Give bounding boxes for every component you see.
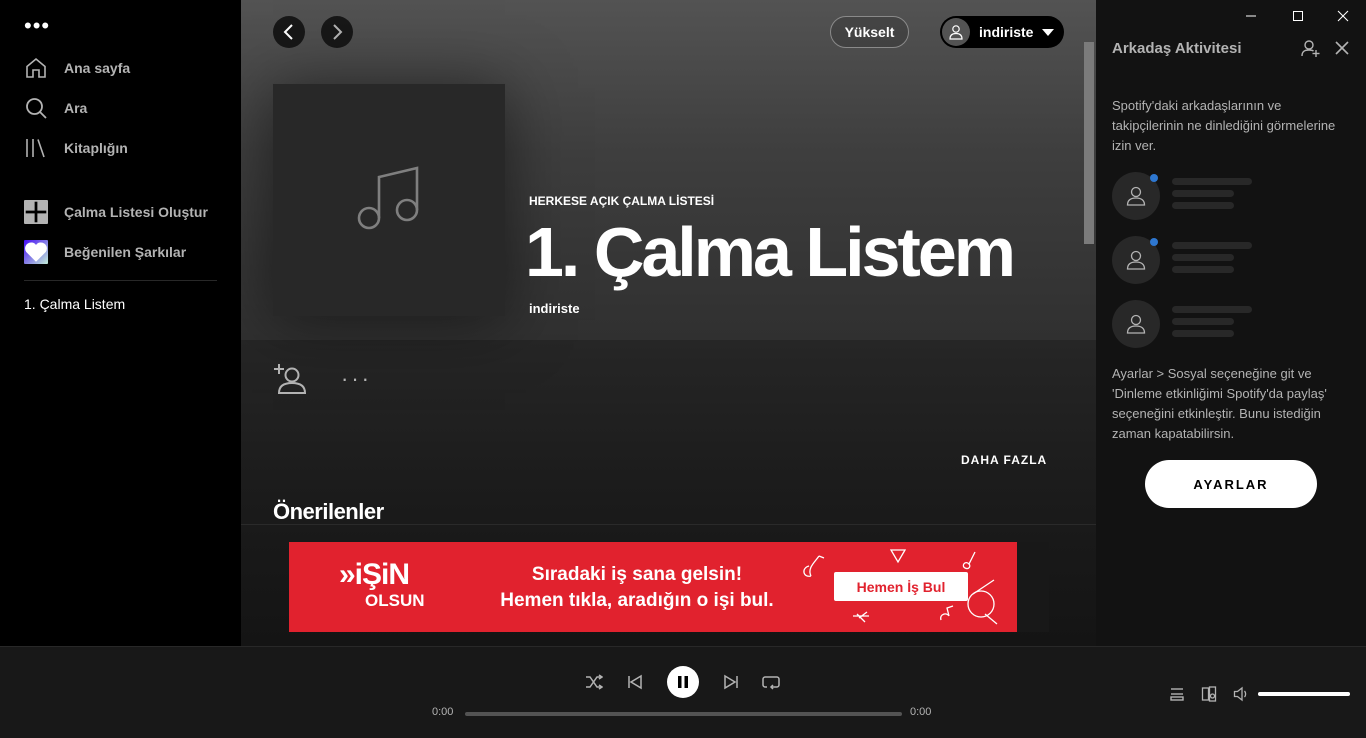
shuffle-icon[interactable] <box>584 672 604 692</box>
user-icon <box>942 18 970 46</box>
playlist-type-label: HERKESE AÇIK ÇALMA LİSTESİ <box>529 194 715 208</box>
user-icon <box>1112 300 1160 348</box>
library-icon <box>26 139 45 158</box>
liked-songs-button[interactable]: Beğenilen Şarkılar <box>24 240 186 264</box>
placeholder-line <box>1172 330 1234 337</box>
playlist-owner[interactable]: indiriste <box>529 301 580 316</box>
add-friend-icon[interactable] <box>1300 38 1320 58</box>
liked-songs-label: Beğenilen Şarkılar <box>64 244 187 260</box>
ad-logo-line2: OLSUN <box>365 591 425 610</box>
minimize-icon[interactable] <box>1241 6 1261 26</box>
search-icon <box>26 98 47 119</box>
section-divider <box>241 524 1096 525</box>
online-indicator <box>1150 174 1158 182</box>
sidebar-playlist-item[interactable]: 1. Çalma Listem <box>24 296 125 312</box>
friend-placeholder <box>1112 236 1352 284</box>
create-playlist-button[interactable]: Çalma Listesi Oluştur <box>24 200 208 224</box>
add-user-icon[interactable] <box>273 362 307 396</box>
placeholder-line <box>1172 266 1234 273</box>
placeholder-line <box>1172 254 1234 261</box>
repeat-icon[interactable] <box>761 672 781 692</box>
maximize-icon[interactable] <box>1288 6 1308 26</box>
previous-icon[interactable] <box>625 672 645 692</box>
recommended-heading: Önerilenler <box>273 499 384 524</box>
volume-level <box>1258 692 1350 696</box>
placeholder-line <box>1172 202 1234 209</box>
friend-activity-title: Arkadaş Aktivitesi <box>1112 40 1242 57</box>
chevron-right-icon <box>333 24 343 40</box>
placeholder-line <box>1172 318 1234 325</box>
scrollbar[interactable] <box>1084 42 1094 244</box>
main-view: Yükselt indiriste HERKESE AÇIK ÇALMA LİS… <box>241 0 1096 646</box>
settings-button[interactable]: AYARLAR <box>1145 460 1317 508</box>
pause-button[interactable] <box>667 666 699 698</box>
user-menu-button[interactable]: indiriste <box>940 16 1064 48</box>
placeholder-line <box>1172 306 1252 313</box>
friend-activity-hint: Ayarlar > Sosyal seçeneğine git ve 'Dinl… <box>1112 366 1327 441</box>
online-indicator <box>1150 238 1158 246</box>
nav-home[interactable]: Ana sayfa <box>24 56 130 80</box>
volume-slider[interactable] <box>1258 692 1350 696</box>
friend-activity-description: Spotify'daki arkadaşlarının ve takipçile… <box>1112 98 1336 153</box>
ad-text-line2: Hemen tıkla, aradığın o işi bul. <box>500 590 774 611</box>
ad-cta-button[interactable]: Hemen İş Bul <box>834 572 968 601</box>
username: indiriste <box>979 24 1034 40</box>
upgrade-button[interactable]: Yükselt <box>830 16 909 48</box>
pause-icon <box>678 676 688 688</box>
more-options-icon[interactable]: ··· <box>341 366 372 392</box>
show-more-button[interactable]: DAHA FAZLA <box>961 453 1047 467</box>
nav-library-label: Kitaplığın <box>64 140 128 156</box>
app-menu-button[interactable]: ••• <box>24 15 50 37</box>
close-panel-icon[interactable] <box>1332 38 1352 58</box>
music-note-icon <box>357 166 419 230</box>
queue-icon[interactable] <box>1167 684 1187 704</box>
create-playlist-label: Çalma Listesi Oluştur <box>64 204 208 220</box>
nav-search-label: Ara <box>64 100 88 116</box>
chevron-left-icon <box>283 24 293 40</box>
sidebar-divider <box>24 280 217 281</box>
friend-activity-panel: Arkadaş Aktivitesi Spotify'daki arkadaşl… <box>1096 0 1366 646</box>
back-button[interactable] <box>273 16 305 48</box>
heart-icon <box>24 240 48 264</box>
playlist-cover <box>273 84 505 316</box>
nav-library[interactable]: Kitaplığın <box>24 136 128 160</box>
forward-button[interactable] <box>321 16 353 48</box>
volume-icon[interactable] <box>1231 684 1251 704</box>
devices-icon[interactable] <box>1199 684 1219 704</box>
total-time: 0:00 <box>910 706 932 718</box>
home-icon <box>26 57 46 78</box>
placeholder-line <box>1172 178 1252 185</box>
player-bar: 0:00 0:00 <box>0 646 1366 738</box>
caret-down-icon <box>1042 28 1055 36</box>
current-time: 0:00 <box>432 706 454 718</box>
playlist-title: 1. Çalma Listem <box>525 213 1016 291</box>
placeholder-line <box>1172 190 1234 197</box>
friend-placeholder <box>1112 172 1352 220</box>
next-icon[interactable] <box>721 672 741 692</box>
placeholder-line <box>1172 242 1252 249</box>
progress-bar[interactable] <box>465 712 902 716</box>
ad-text-line1: Sıradaki iş sana gelsin! <box>531 564 743 585</box>
ad-logo: »iŞiN OLSUN <box>339 558 425 610</box>
friend-placeholder <box>1112 300 1352 348</box>
nav-home-label: Ana sayfa <box>64 60 131 76</box>
ad-text: Sıradaki iş sana gelsin! Hemen tıkla, ar… <box>472 562 802 614</box>
close-window-icon[interactable] <box>1333 6 1353 26</box>
plus-icon <box>24 200 48 224</box>
ad-logo-line1: »iŞiN <box>339 558 410 591</box>
sidebar: ••• Ana sayfa Ara Kitaplığın Çalma Liste… <box>0 0 241 646</box>
ad-banner[interactable]: »iŞiN OLSUN Sıradaki iş sana gelsin! Hem… <box>289 542 1017 632</box>
nav-search[interactable]: Ara <box>24 96 87 120</box>
